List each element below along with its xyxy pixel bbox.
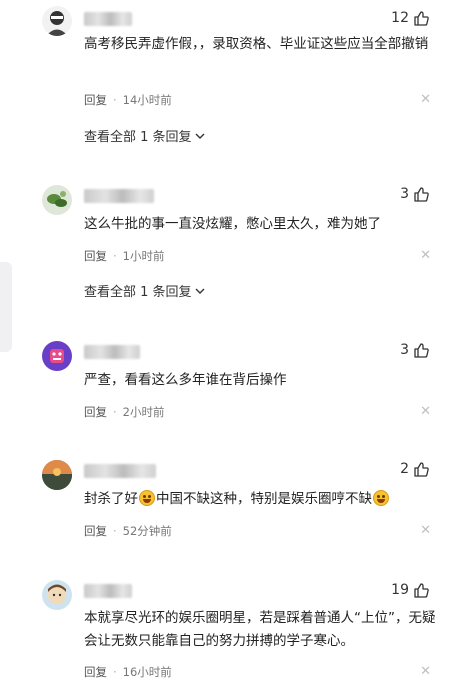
comment-text: 高考移民弄虚作假，，录取资格、毕业证这些应当全部撤销 <box>84 36 429 52</box>
like-button[interactable]: 19 <box>391 582 429 598</box>
thumbs-up-icon <box>414 187 429 202</box>
separator-dot: · <box>113 249 117 263</box>
close-icon[interactable]: ✕ <box>420 404 431 419</box>
thumbs-up-icon <box>414 11 429 26</box>
reply-button[interactable]: 回复 <box>84 664 107 680</box>
like-button[interactable]: 12 <box>391 10 429 26</box>
separator-dot: · <box>113 665 117 679</box>
like-button[interactable]: 3 <box>400 186 429 202</box>
like-button[interactable]: 2 <box>400 461 429 477</box>
reply-button[interactable]: 回复 <box>84 404 107 420</box>
timestamp: 14小时前 <box>122 93 172 107</box>
username-blurred[interactable] <box>84 464 156 478</box>
timestamp: 1小时前 <box>122 249 165 263</box>
close-icon[interactable]: ✕ <box>420 523 431 538</box>
view-replies-label: 查看全部 1 条回复 <box>84 285 192 300</box>
like-count: 12 <box>391 10 409 26</box>
like-count: 2 <box>400 461 409 477</box>
reply-button[interactable]: 回复 <box>84 523 107 539</box>
thumbs-up-icon <box>414 343 429 358</box>
separator-dot: · <box>113 405 117 419</box>
avatar[interactable] <box>42 185 72 215</box>
comment-text-part: 中国不缺这种，特别是娱乐圈哼不缺 <box>156 491 372 507</box>
username-blurred[interactable] <box>84 345 140 359</box>
grinning-emoji-icon <box>373 490 389 506</box>
comment-text: 本就享尽光环的娱乐圈明星，若是踩着普通人“上位”，无疑会让无数只能靠自己的努力拼… <box>84 610 436 649</box>
like-count: 3 <box>400 342 409 358</box>
separator-dot: · <box>113 524 117 538</box>
avatar[interactable] <box>42 341 72 371</box>
timestamp: 52分钟前 <box>122 524 172 538</box>
close-icon[interactable]: ✕ <box>420 248 431 263</box>
like-count: 3 <box>400 186 409 202</box>
comment-text-part: 封杀了好 <box>84 491 138 507</box>
close-icon[interactable]: ✕ <box>420 92 431 107</box>
timestamp: 16小时前 <box>122 665 172 679</box>
username-blurred[interactable] <box>84 12 132 26</box>
thumbs-up-icon <box>414 462 429 477</box>
comment-text: 这么牛批的事一直没炫耀，憋心里太久，难为她了 <box>84 216 381 232</box>
grinning-emoji-icon <box>139 490 155 506</box>
close-icon[interactable]: ✕ <box>420 664 431 679</box>
avatar[interactable] <box>42 6 72 36</box>
username-blurred[interactable] <box>84 189 154 203</box>
view-replies-label: 查看全部 1 条回复 <box>84 130 192 145</box>
chevron-down-icon <box>195 133 205 139</box>
like-button[interactable]: 3 <box>400 342 429 358</box>
view-replies-button[interactable]: 查看全部 1 条回复 <box>84 281 206 300</box>
like-count: 19 <box>391 582 409 598</box>
reply-button[interactable]: 回复 <box>84 248 107 264</box>
view-replies-button[interactable]: 查看全部 1 条回复 <box>84 126 206 145</box>
avatar[interactable] <box>42 460 72 490</box>
reply-button[interactable]: 回复 <box>84 92 107 108</box>
chevron-down-icon <box>195 288 205 294</box>
separator-dot: · <box>113 93 117 107</box>
comment-text: 严查，看看这么多年谁在背后操作 <box>84 372 287 388</box>
timestamp: 2小时前 <box>122 405 165 419</box>
thumbs-up-icon <box>414 583 429 598</box>
username-blurred[interactable] <box>84 584 132 598</box>
comment-text: 封杀了好 中国不缺这种，特别是娱乐圈哼不缺 <box>84 488 434 511</box>
avatar[interactable] <box>42 580 72 610</box>
scrollbar-edge <box>0 262 12 352</box>
